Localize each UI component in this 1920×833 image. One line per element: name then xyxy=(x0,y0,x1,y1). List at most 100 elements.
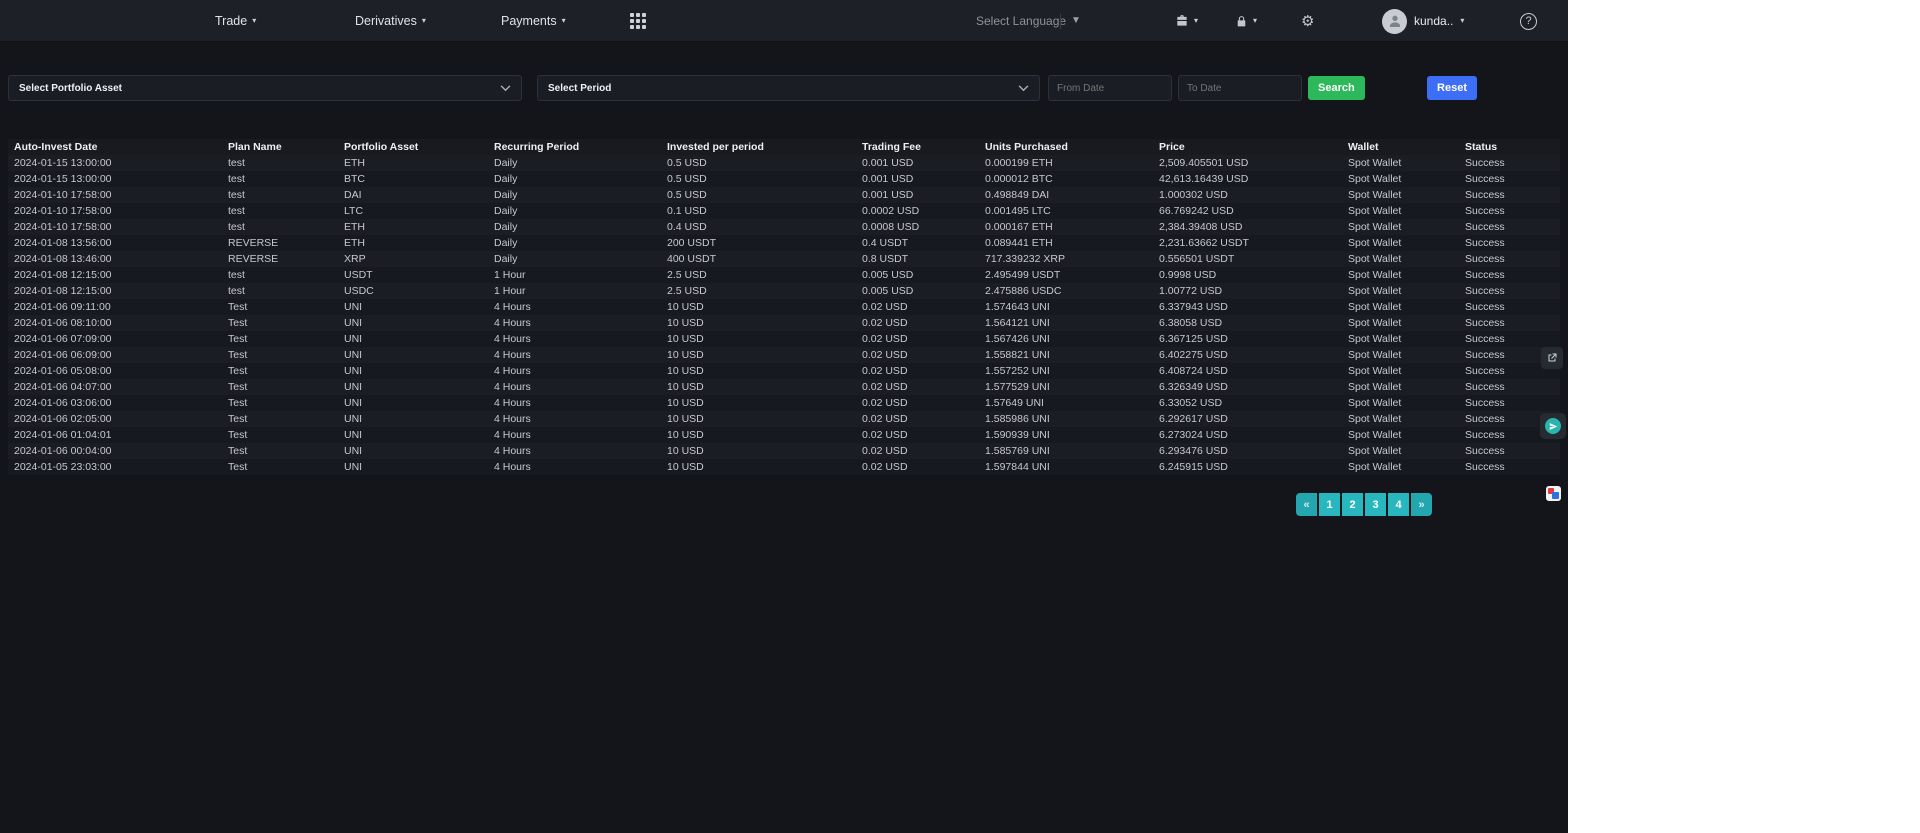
chat-logo-blue xyxy=(1552,492,1559,499)
trade-menu[interactable]: Trade ▾ xyxy=(215,0,256,42)
reset-button[interactable]: Reset xyxy=(1427,76,1477,100)
table-cell: Test xyxy=(222,443,338,459)
table-cell: 4 Hours xyxy=(488,427,661,443)
table-row: 2024-01-05 23:03:00TestUNI4 Hours10 USD0… xyxy=(8,459,1560,475)
table-cell: ETH xyxy=(338,155,488,171)
pagination-page-button[interactable]: 3 xyxy=(1365,493,1386,516)
table-row: 2024-01-10 17:58:00testLTCDaily0.1 USD0.… xyxy=(8,203,1560,219)
column-header: Portfolio Asset xyxy=(338,139,488,155)
pagination-next-button[interactable]: » xyxy=(1411,493,1432,516)
table-cell: Success xyxy=(1459,443,1560,459)
auto-invest-history-table: Auto-Invest DatePlan NamePortfolio Asset… xyxy=(8,139,1560,475)
table-row: 2024-01-08 12:15:00testUSDT1 Hour2.5 USD… xyxy=(8,267,1560,283)
pagination-page-button[interactable]: 1 xyxy=(1319,493,1340,516)
table-cell: 1.000302 USD xyxy=(1153,187,1342,203)
table-cell: 0.02 USD xyxy=(856,315,979,331)
column-header: Wallet xyxy=(1342,139,1459,155)
wallet-menu[interactable]: ▾ xyxy=(1175,0,1198,42)
table-cell: UNI xyxy=(338,427,488,443)
to-date-input[interactable] xyxy=(1178,75,1302,101)
column-header: Price xyxy=(1153,139,1342,155)
table-cell: 717.339232 XRP xyxy=(979,251,1153,267)
table-cell: 1.597844 UNI xyxy=(979,459,1153,475)
pagination-page-button[interactable]: 2 xyxy=(1342,493,1363,516)
telegram-icon xyxy=(1545,418,1561,434)
table-cell: 4 Hours xyxy=(488,363,661,379)
table-cell: UNI xyxy=(338,363,488,379)
table-cell: 2024-01-06 02:05:00 xyxy=(8,411,222,427)
table-cell: 2024-01-06 04:07:00 xyxy=(8,379,222,395)
chevron-down-icon: ▾ xyxy=(1194,17,1198,25)
table-cell: Spot Wallet xyxy=(1342,235,1459,251)
language-dropdown-button[interactable]: ▼ xyxy=(1071,0,1081,42)
table-row: 2024-01-15 13:00:00testETHDaily0.5 USD0.… xyxy=(8,155,1560,171)
table-cell: 400 USDT xyxy=(661,251,856,267)
table-cell: Spot Wallet xyxy=(1342,155,1459,171)
table-cell: 10 USD xyxy=(661,331,856,347)
table-cell: 2024-01-08 13:56:00 xyxy=(8,235,222,251)
table-cell: 6.367125 USD xyxy=(1153,331,1342,347)
pagination-page-button[interactable]: 4 xyxy=(1388,493,1409,516)
table-cell: 2.5 USD xyxy=(661,267,856,283)
table-cell: Spot Wallet xyxy=(1342,203,1459,219)
search-button[interactable]: Search xyxy=(1308,76,1365,100)
orders-menu[interactable]: ▾ xyxy=(1235,0,1257,42)
table-cell: Spot Wallet xyxy=(1342,427,1459,443)
share-widget-button[interactable] xyxy=(1541,347,1563,369)
table-cell: 6.292617 USD xyxy=(1153,411,1342,427)
telegram-widget-button[interactable] xyxy=(1540,413,1566,439)
table-cell: 2.5 USD xyxy=(661,283,856,299)
help-icon: ? xyxy=(1520,13,1537,30)
table-cell: 10 USD xyxy=(661,315,856,331)
period-select[interactable]: Select Period xyxy=(537,75,1040,101)
chevron-down-icon xyxy=(500,85,511,92)
from-date-input[interactable] xyxy=(1048,75,1172,101)
table-cell: 0.005 USD xyxy=(856,267,979,283)
table-cell: 6.38058 USD xyxy=(1153,315,1342,331)
table-row: 2024-01-08 12:15:00testUSDC1 Hour2.5 USD… xyxy=(8,283,1560,299)
table-cell: 10 USD xyxy=(661,299,856,315)
pagination-prev-button[interactable]: « xyxy=(1296,493,1317,516)
table-cell: 0.4 USD xyxy=(661,219,856,235)
table-cell: Daily xyxy=(488,251,661,267)
column-header: Invested per period xyxy=(661,139,856,155)
table-cell: 0.5 USD xyxy=(661,155,856,171)
table-cell: 0.089441 ETH xyxy=(979,235,1153,251)
derivatives-menu[interactable]: Derivatives ▾ xyxy=(355,0,426,42)
table-cell: 4 Hours xyxy=(488,443,661,459)
language-selector-label: Select Language xyxy=(976,14,1066,28)
language-selector[interactable]: Select Language xyxy=(976,0,1066,42)
table-row: 2024-01-06 06:09:00TestUNI4 Hours10 USD0… xyxy=(8,347,1560,363)
pagination: «1234» xyxy=(1296,493,1432,516)
table-cell: 0.5 USD xyxy=(661,187,856,203)
table-cell: test xyxy=(222,283,338,299)
person-icon xyxy=(1387,13,1403,29)
settings-button[interactable]: ⚙ xyxy=(1301,0,1314,42)
apps-grid-button[interactable] xyxy=(630,0,646,42)
table-cell: 2024-01-06 00:04:00 xyxy=(8,443,222,459)
table-cell: Success xyxy=(1459,171,1560,187)
table-cell: 4 Hours xyxy=(488,459,661,475)
gear-icon: ⚙ xyxy=(1301,12,1314,30)
table-cell: 1.567426 UNI xyxy=(979,331,1153,347)
table-cell: Success xyxy=(1459,459,1560,475)
table-cell: UNI xyxy=(338,443,488,459)
table-cell: Spot Wallet xyxy=(1342,379,1459,395)
user-menu[interactable]: kunda.. ▾ xyxy=(1382,0,1464,42)
table-cell: 0.02 USD xyxy=(856,299,979,315)
payments-menu[interactable]: Payments ▾ xyxy=(501,0,566,42)
table-cell: Success xyxy=(1459,155,1560,171)
table-cell: Success xyxy=(1459,235,1560,251)
help-button[interactable]: ? xyxy=(1520,0,1537,42)
table-cell: Spot Wallet xyxy=(1342,171,1459,187)
table-cell: 0.0002 USD xyxy=(856,203,979,219)
table-cell: test xyxy=(222,267,338,283)
table-cell: USDC xyxy=(338,283,488,299)
portfolio-asset-select[interactable]: Select Portfolio Asset xyxy=(8,75,522,101)
table-cell: Test xyxy=(222,427,338,443)
table-cell: 1 Hour xyxy=(488,267,661,283)
table-cell: 0.9998 USD xyxy=(1153,267,1342,283)
table-cell: Success xyxy=(1459,283,1560,299)
chat-widget-button[interactable] xyxy=(1546,486,1561,501)
table-cell: Spot Wallet xyxy=(1342,283,1459,299)
